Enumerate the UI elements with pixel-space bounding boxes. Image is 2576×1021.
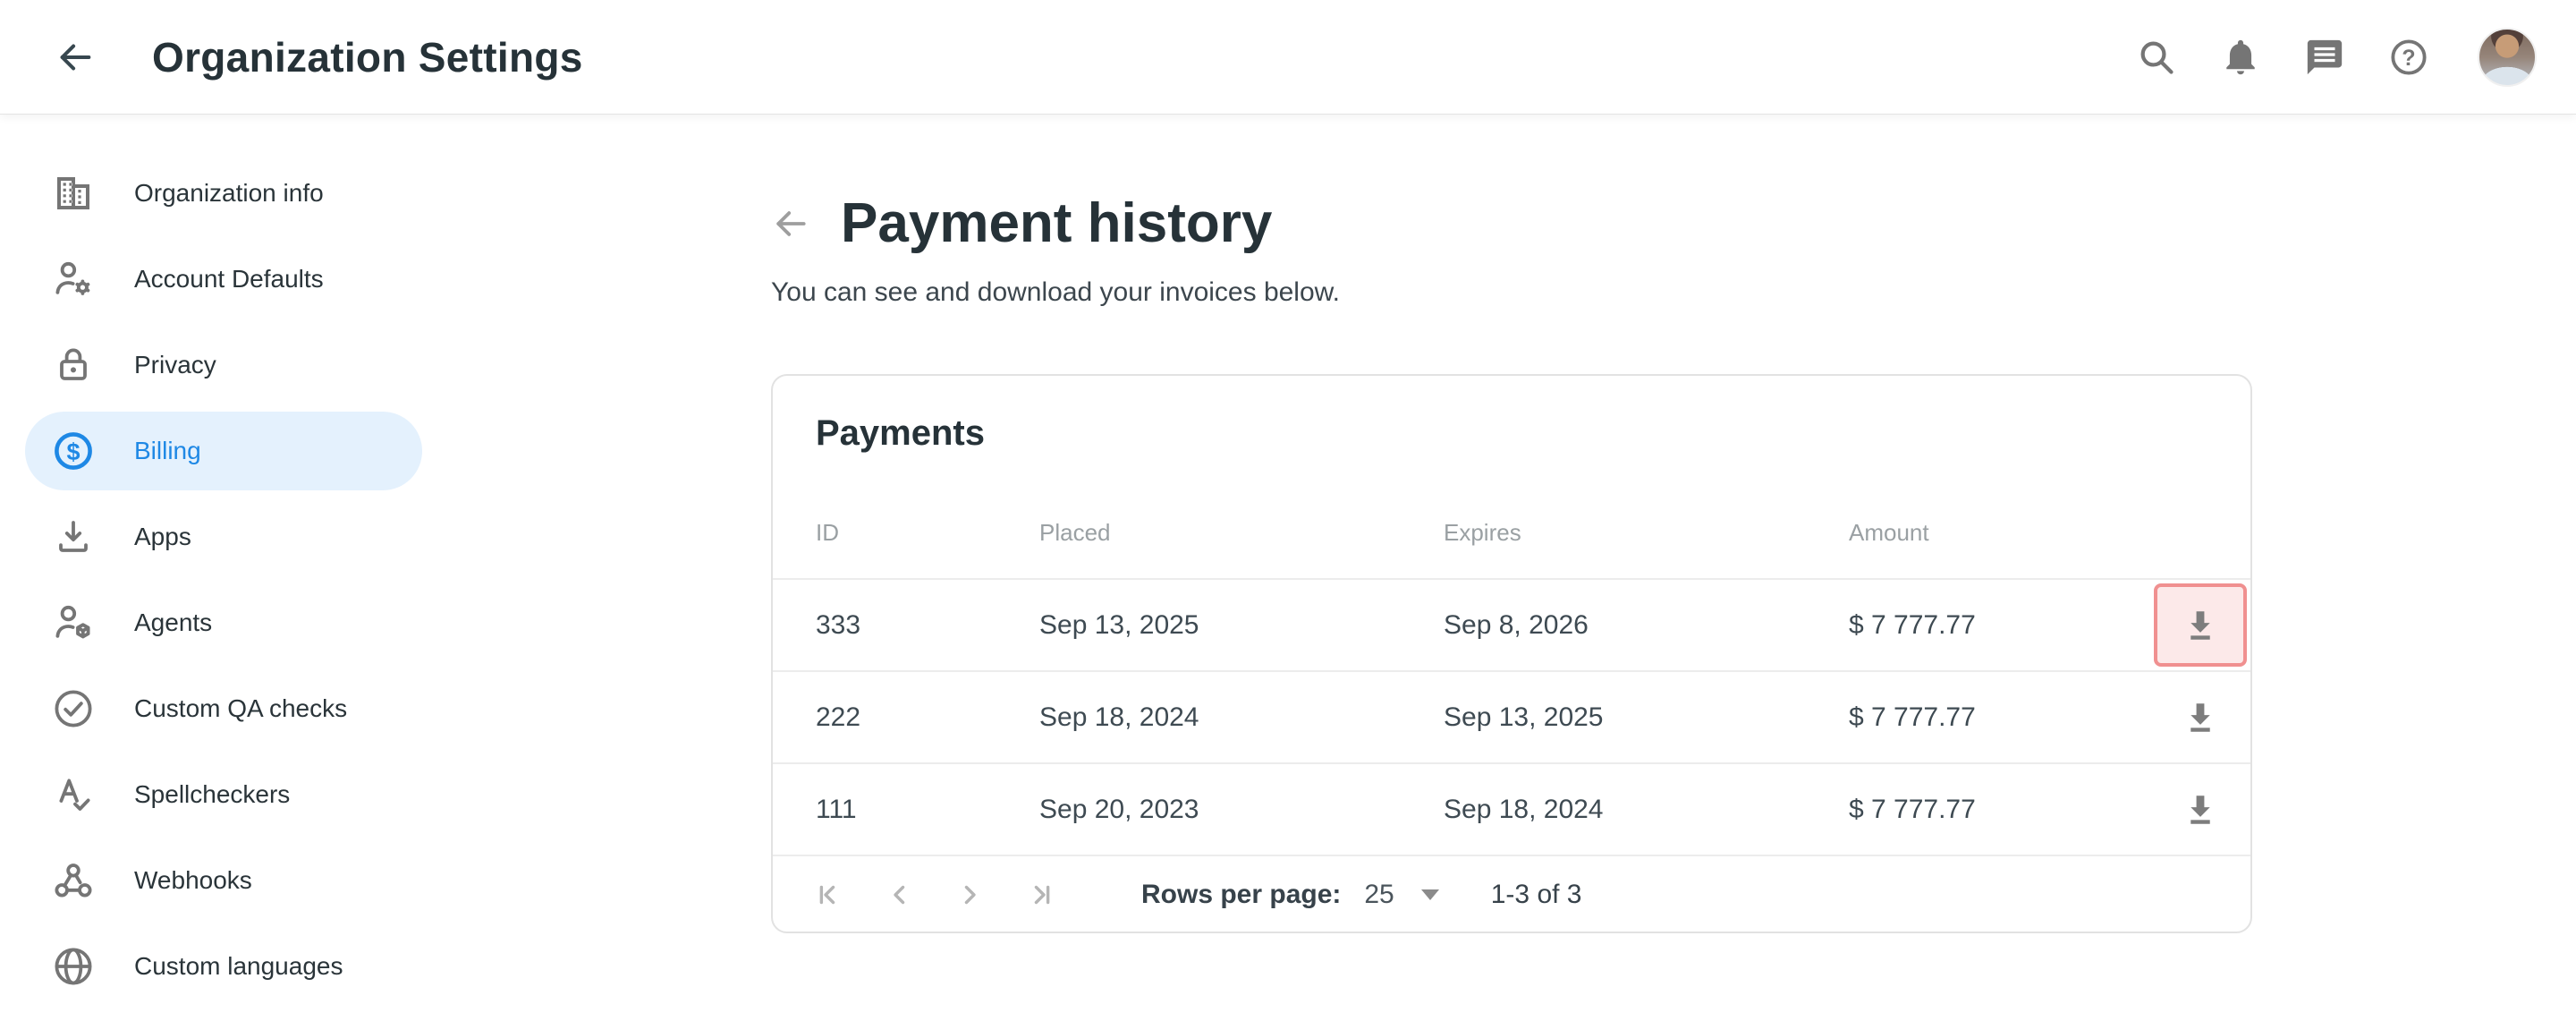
rows-per-page-select[interactable]: 25	[1364, 880, 1438, 910]
check-circle-icon	[52, 687, 95, 730]
next-page-button[interactable]	[950, 875, 989, 915]
help-icon: ?	[2388, 37, 2429, 78]
page-subtitle: You can see and download your invoices b…	[771, 277, 2252, 308]
table-row: 222 Sep 18, 2024 Sep 13, 2025 $ 7 777.77	[773, 672, 2250, 764]
chevron-right-icon	[954, 880, 985, 910]
sidebar-item-billing[interactable]: $ Billing	[0, 408, 447, 494]
sidebar-item-privacy[interactable]: Privacy	[0, 322, 447, 408]
last-page-icon	[1024, 880, 1055, 910]
bell-icon	[2220, 37, 2261, 78]
cell-amount: $ 7 777.77	[1849, 795, 2150, 825]
previous-page-button[interactable]	[880, 875, 919, 915]
payments-card: Payments ID Placed Expires Amount 333 Se…	[771, 374, 2252, 933]
first-page-button[interactable]	[810, 875, 850, 915]
topbar-actions: ?	[2134, 28, 2537, 87]
search-button[interactable]	[2134, 35, 2179, 80]
sidebar-item-label: Agents	[134, 608, 212, 637]
arrow-left-icon	[55, 37, 96, 78]
spellcheck-icon	[52, 773, 95, 816]
chevron-left-icon	[885, 880, 915, 910]
user-gear-icon	[52, 258, 95, 301]
user-avatar[interactable]	[2478, 28, 2537, 87]
sidebar-item-webhooks[interactable]: Webhooks	[0, 838, 447, 923]
cell-id: 333	[816, 610, 1039, 641]
sidebar-item-spellcheckers[interactable]: Spellcheckers	[0, 752, 447, 838]
sidebar-item-label: Account Defaults	[134, 265, 324, 294]
search-icon	[2136, 37, 2177, 78]
download-invoice-button[interactable]	[2154, 583, 2247, 667]
download-invoice-button[interactable]	[2154, 676, 2247, 759]
download-invoice-button[interactable]	[2154, 768, 2247, 851]
cell-amount: $ 7 777.77	[1849, 702, 2150, 733]
column-header-placed: Placed	[1039, 519, 1444, 547]
sidebar-item-label: Custom languages	[134, 952, 343, 981]
building-icon	[52, 172, 95, 215]
page-title: Payment history	[841, 191, 1272, 256]
sidebar-item-label: Billing	[134, 437, 201, 465]
first-page-icon	[815, 880, 845, 910]
sidebar-item-account-defaults[interactable]: Account Defaults	[0, 236, 447, 322]
download-tray-icon	[52, 515, 95, 558]
sidebar-item-label: Apps	[134, 523, 191, 551]
settings-sidebar: Organization info Account Defaults Priva…	[0, 116, 447, 1009]
sidebar-item-custom-qa-checks[interactable]: Custom QA checks	[0, 666, 447, 752]
topbar: Organization Settings ?	[0, 0, 2576, 115]
sidebar-item-organization-info[interactable]: Organization info	[0, 150, 447, 236]
sidebar-item-label: Webhooks	[134, 866, 252, 895]
sidebar-item-label: Organization info	[134, 179, 324, 208]
globe-icon	[52, 945, 95, 988]
sidebar-item-label: Custom QA checks	[134, 694, 347, 723]
column-header-expires: Expires	[1444, 519, 1849, 547]
rows-per-page-value: 25	[1364, 880, 1394, 910]
cell-placed: Sep 13, 2025	[1039, 610, 1444, 641]
cell-placed: Sep 20, 2023	[1039, 795, 1444, 825]
table-row: 111 Sep 20, 2023 Sep 18, 2024 $ 7 777.77	[773, 764, 2250, 856]
cell-expires: Sep 13, 2025	[1444, 702, 1849, 733]
column-header-amount: Amount	[1849, 519, 2150, 547]
download-icon	[2182, 607, 2219, 644]
dollar-circle-icon: $	[52, 430, 95, 472]
cell-expires: Sep 18, 2024	[1444, 795, 1849, 825]
table-pagination: Rows per page: 25 1-3 of 3	[773, 856, 2250, 933]
table-header: ID Placed Expires Amount	[773, 487, 2250, 580]
cell-amount: $ 7 777.77	[1849, 610, 2150, 641]
svg-text:?: ?	[2402, 45, 2415, 70]
cell-id: 111	[816, 795, 1039, 825]
webhook-icon	[52, 859, 95, 902]
messages-button[interactable]	[2302, 35, 2347, 80]
cell-placed: Sep 18, 2024	[1039, 702, 1444, 733]
svg-text:$: $	[66, 438, 80, 465]
lock-icon	[52, 344, 95, 387]
sidebar-item-label: Spellcheckers	[134, 780, 290, 809]
cell-id: 222	[816, 702, 1039, 733]
sidebar-item-agents[interactable]: Agents	[0, 580, 447, 666]
user-cube-icon	[52, 601, 95, 644]
download-icon	[2182, 699, 2219, 736]
cell-expires: Sep 8, 2026	[1444, 610, 1849, 641]
sidebar-item-label: Privacy	[134, 351, 216, 379]
topbar-back-button[interactable]	[54, 36, 97, 79]
page-back-button[interactable]	[771, 204, 810, 243]
help-button[interactable]: ?	[2386, 35, 2431, 80]
card-title: Payments	[816, 413, 2250, 454]
chat-icon	[2304, 37, 2345, 78]
notifications-button[interactable]	[2218, 35, 2263, 80]
arrow-left-icon	[771, 204, 810, 243]
last-page-button[interactable]	[1020, 875, 1059, 915]
download-icon	[2182, 791, 2219, 829]
sidebar-item-apps[interactable]: Apps	[0, 494, 447, 580]
pagination-range: 1-3 of 3	[1491, 880, 1582, 910]
rows-per-page-label: Rows per page:	[1141, 880, 1341, 910]
table-row: 333 Sep 13, 2025 Sep 8, 2026 $ 7 777.77	[773, 580, 2250, 672]
column-header-id: ID	[816, 519, 1039, 547]
app-title: Organization Settings	[152, 33, 583, 81]
sidebar-item-custom-languages[interactable]: Custom languages	[0, 923, 447, 1009]
main-content: Payment history You can see and download…	[771, 191, 2252, 933]
caret-down-icon	[1421, 889, 1439, 900]
